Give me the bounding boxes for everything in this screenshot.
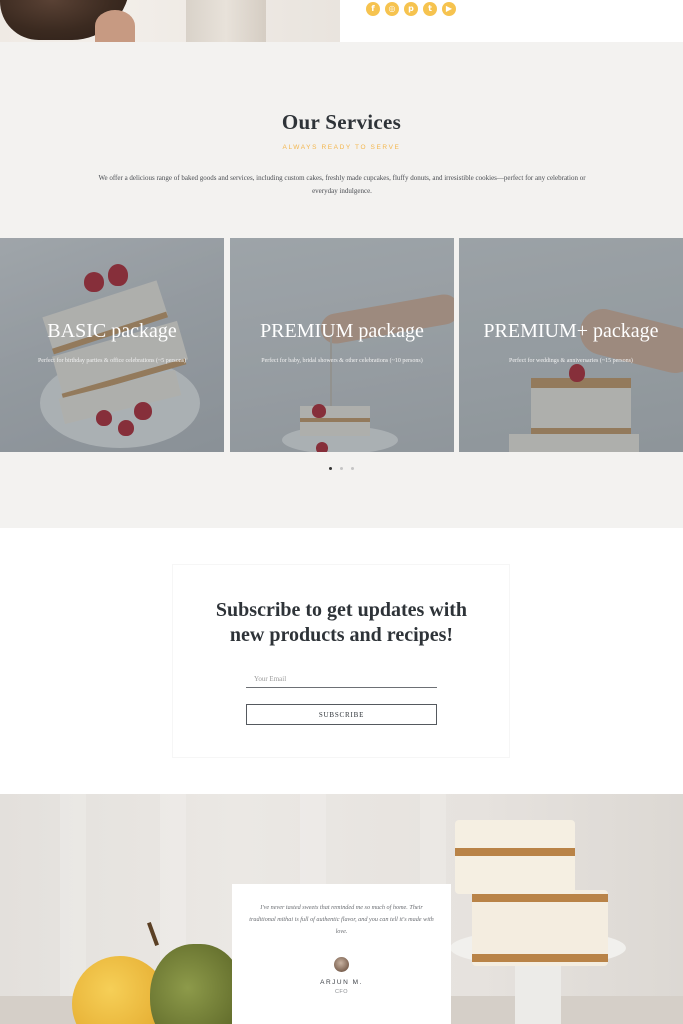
facebook-icon[interactable]: f (366, 2, 380, 16)
package-title: PREMIUM+ package (483, 320, 659, 342)
subscribe-title-line1: Subscribe to get updates with (215, 599, 468, 621)
pear-image (150, 944, 244, 1024)
header-photo (0, 0, 340, 42)
services-description: We offer a delicious range of baked good… (98, 174, 586, 195)
package-description: Perfect for weddings & anniversaries (~1… (509, 358, 633, 364)
pinterest-icon[interactable]: p (404, 2, 418, 16)
avatar (334, 957, 349, 972)
packages-carousel[interactable]: BASIC package Perfect for birthday parti… (0, 238, 683, 452)
subscribe-title-line2: new products and recipes! (229, 624, 454, 646)
testimonial-name: ARJUN M. (320, 979, 363, 986)
subscribe-title: Subscribe to get updates with new produc… (0, 598, 683, 648)
package-card-premium-plus[interactable]: PREMIUM+ package Perfect for weddings & … (459, 238, 683, 452)
carousel-dot[interactable] (329, 467, 332, 470)
package-description: Perfect for birthday parties & office ce… (37, 358, 187, 364)
carousel-dot[interactable] (340, 467, 343, 470)
services-subtitle: ALWAYS READY TO SERVE (282, 144, 401, 151)
instagram-icon[interactable]: ◎ (385, 2, 399, 16)
email-field[interactable] (246, 670, 437, 688)
services-title: Our Services (281, 110, 402, 134)
package-title: BASIC package (47, 320, 177, 342)
testimonial-quote: I've never tasted sweets that reminded m… (249, 904, 434, 935)
header-strip: f ◎ p t ▶ (0, 0, 683, 42)
package-description: Perfect for baby, bridal showers & other… (261, 358, 423, 364)
services-section: Our Services ALWAYS READY TO SERVE We of… (0, 42, 683, 528)
testimonial-role: CFO (334, 989, 349, 995)
subscribe-button[interactable]: SUBSCRIBE (246, 704, 437, 725)
package-card-basic[interactable]: BASIC package Perfect for birthday parti… (0, 238, 224, 452)
subscribe-box (172, 564, 510, 758)
package-card-premium[interactable]: PREMIUM package Perfect for baby, bridal… (230, 238, 454, 452)
testimonial-card: I've never tasted sweets that reminded m… (232, 884, 451, 1024)
package-title: PREMIUM package (260, 320, 424, 342)
carousel-dot[interactable] (351, 467, 354, 470)
subscribe-section: Subscribe to get updates with new produc… (0, 528, 683, 794)
youtube-icon[interactable]: ▶ (442, 2, 456, 16)
testimonial-section: I've never tasted sweets that reminded m… (0, 794, 683, 1024)
carousel-pagination (0, 457, 683, 475)
social-links: f ◎ p t ▶ (366, 2, 456, 16)
twitter-icon[interactable]: t (423, 2, 437, 16)
